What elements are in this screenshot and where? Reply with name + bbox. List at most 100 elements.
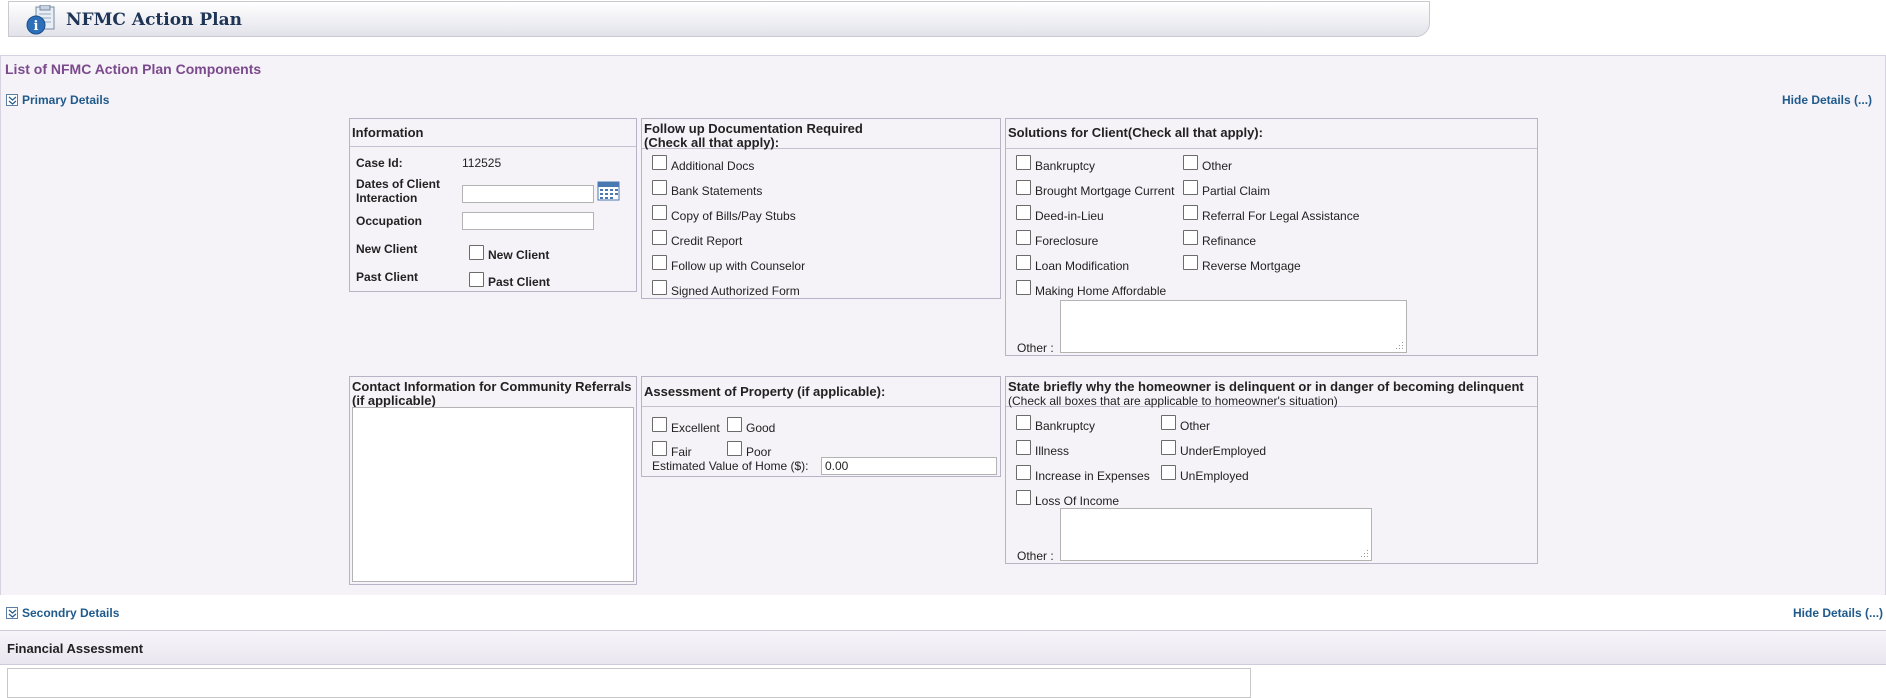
contact-heading-line1: Contact Information for Community Referr… bbox=[352, 379, 632, 394]
followup-item-label: Additional Docs bbox=[671, 159, 755, 173]
solution-item-checkbox[interactable] bbox=[1183, 205, 1198, 220]
solution-item-option[interactable]: Referral For Legal Assistance bbox=[1183, 202, 1359, 223]
delinquent-item-checkbox[interactable] bbox=[1161, 415, 1176, 430]
delinquent-item-option[interactable]: Increase in Expenses bbox=[1016, 462, 1150, 483]
solution-item-label: Deed-in-Lieu bbox=[1035, 209, 1104, 223]
followup-item-checkbox[interactable] bbox=[652, 205, 667, 220]
delinquent-item-checkbox[interactable] bbox=[1016, 440, 1031, 455]
solution-item-label: Bankruptcy bbox=[1035, 159, 1096, 173]
occupation-input[interactable] bbox=[462, 212, 594, 230]
solution-item-option[interactable]: Deed-in-Lieu bbox=[1016, 202, 1104, 223]
followup-item-label: Credit Report bbox=[671, 234, 743, 248]
contact-textarea[interactable] bbox=[352, 407, 634, 582]
solution-item-checkbox[interactable] bbox=[1016, 255, 1031, 270]
delinquent-item-option[interactable]: UnEmployed bbox=[1161, 462, 1249, 483]
dates-input[interactable] bbox=[462, 185, 594, 203]
new-client-checkbox-label: New Client bbox=[488, 248, 550, 262]
delinquent-other-textarea[interactable] bbox=[1060, 508, 1372, 561]
delinquent-item-checkbox[interactable] bbox=[1016, 465, 1031, 480]
secondary-hide-details-link[interactable]: Hide Details (...) bbox=[1793, 606, 1883, 620]
information-box: Information bbox=[349, 118, 637, 292]
followup-heading-line1: Follow up Documentation Required bbox=[644, 121, 863, 136]
delinquent-item-option[interactable]: Illness bbox=[1016, 437, 1069, 458]
followup-item-checkbox[interactable] bbox=[652, 255, 667, 270]
delinquent-item-option[interactable]: Loss Of Income bbox=[1016, 487, 1119, 508]
poor-label: Poor bbox=[746, 445, 772, 459]
assessment-option-poor[interactable]: Poor bbox=[727, 437, 771, 459]
followup-item-option[interactable]: Follow up with Counselor bbox=[652, 252, 805, 273]
estimated-value-input[interactable]: 0.00 bbox=[821, 457, 997, 475]
solution-item-option[interactable]: Bankruptcy bbox=[1016, 152, 1095, 173]
contact-heading-line2: (if applicable) bbox=[352, 393, 436, 408]
solution-item-label: Referral For Legal Assistance bbox=[1202, 209, 1360, 223]
solution-item-checkbox[interactable] bbox=[1016, 280, 1031, 295]
followup-item-label: Signed Authorized Form bbox=[671, 284, 800, 298]
info-document-icon: i bbox=[21, 4, 59, 35]
resize-grip-icon[interactable] bbox=[1395, 341, 1404, 350]
solution-item-option[interactable]: Brought Mortgage Current bbox=[1016, 177, 1174, 198]
delinquent-item-option[interactable]: Bankruptcy bbox=[1016, 412, 1095, 433]
solution-item-checkbox[interactable] bbox=[1016, 155, 1031, 170]
solution-item-option[interactable]: Refinance bbox=[1183, 227, 1256, 248]
solution-item-option[interactable]: Partial Claim bbox=[1183, 177, 1270, 198]
information-heading: Information bbox=[350, 119, 636, 147]
delinquent-item-option[interactable]: Other bbox=[1161, 412, 1210, 433]
solution-item-option[interactable]: Reverse Mortgage bbox=[1183, 252, 1301, 273]
svg-text:i: i bbox=[34, 19, 39, 34]
calendar-icon[interactable] bbox=[597, 181, 620, 201]
solution-item-checkbox[interactable] bbox=[1183, 180, 1198, 195]
solution-item-option[interactable]: Loan Modification bbox=[1016, 252, 1129, 273]
solution-item-label: Foreclosure bbox=[1035, 234, 1099, 248]
followup-item-option[interactable]: Additional Docs bbox=[652, 152, 754, 173]
delinquent-item-checkbox[interactable] bbox=[1016, 490, 1031, 505]
followup-item-checkbox[interactable] bbox=[652, 155, 667, 170]
primary-details-toggle[interactable]: Primary Details bbox=[6, 93, 109, 107]
solution-item-option[interactable]: Other bbox=[1183, 152, 1232, 173]
dates-label: Dates of Client Interaction bbox=[356, 177, 440, 205]
fair-checkbox[interactable] bbox=[652, 440, 667, 456]
solution-item-checkbox[interactable] bbox=[1016, 180, 1031, 195]
delinquent-item-option[interactable]: UnderEmployed bbox=[1161, 437, 1266, 458]
delinquent-item-label: Other bbox=[1180, 419, 1211, 433]
resize-grip-icon[interactable] bbox=[1360, 549, 1369, 558]
solution-item-option[interactable]: Making Home Affordable bbox=[1016, 277, 1166, 298]
solution-item-label: Reverse Mortgage bbox=[1202, 259, 1301, 273]
solution-item-checkbox[interactable] bbox=[1016, 205, 1031, 220]
followup-item-option[interactable]: Credit Report bbox=[652, 227, 742, 248]
past-client-checkbox[interactable] bbox=[469, 271, 484, 287]
past-client-option[interactable]: Past Client bbox=[469, 269, 550, 289]
delinquent-item-label: UnEmployed bbox=[1180, 469, 1249, 483]
solution-item-option[interactable]: Foreclosure bbox=[1016, 227, 1098, 248]
followup-item-checkbox[interactable] bbox=[652, 280, 667, 295]
excellent-label: Excellent bbox=[671, 421, 720, 435]
solution-item-checkbox[interactable] bbox=[1183, 155, 1198, 170]
assessment-option-good[interactable]: Good bbox=[727, 413, 775, 435]
followup-item-option[interactable]: Signed Authorized Form bbox=[652, 277, 800, 298]
solution-item-label: Brought Mortgage Current bbox=[1035, 184, 1175, 198]
followup-item-checkbox[interactable] bbox=[652, 180, 667, 195]
assessment-option-excellent[interactable]: Excellent bbox=[652, 413, 720, 435]
delinquent-item-checkbox[interactable] bbox=[1161, 440, 1176, 455]
followup-item-option[interactable]: Copy of Bills/Pay Stubs bbox=[652, 202, 796, 223]
good-checkbox[interactable] bbox=[727, 416, 742, 432]
secondary-details-toggle[interactable]: Secondry Details bbox=[6, 606, 119, 620]
followup-item-option[interactable]: Bank Statements bbox=[652, 177, 762, 198]
delinquent-subheading: (Check all boxes that are applicable to … bbox=[1008, 394, 1338, 408]
double-chevron-down-icon bbox=[6, 607, 18, 619]
delinquent-item-label: Increase in Expenses bbox=[1035, 469, 1150, 483]
solutions-other-textarea[interactable] bbox=[1060, 300, 1407, 353]
followup-item-label: Follow up with Counselor bbox=[671, 259, 806, 273]
poor-checkbox[interactable] bbox=[727, 440, 742, 456]
assessment-option-fair[interactable]: Fair bbox=[652, 437, 692, 459]
followup-item-checkbox[interactable] bbox=[652, 230, 667, 245]
solution-item-checkbox[interactable] bbox=[1183, 230, 1198, 245]
excellent-checkbox[interactable] bbox=[652, 416, 667, 432]
primary-hide-details-link[interactable]: Hide Details (...) bbox=[1782, 93, 1872, 107]
new-client-option[interactable]: New Client bbox=[469, 242, 549, 262]
delinquent-item-checkbox[interactable] bbox=[1161, 465, 1176, 480]
solution-item-checkbox[interactable] bbox=[1016, 230, 1031, 245]
solution-item-checkbox[interactable] bbox=[1183, 255, 1198, 270]
new-client-checkbox[interactable] bbox=[469, 244, 484, 260]
delinquent-item-checkbox[interactable] bbox=[1016, 415, 1031, 430]
double-chevron-down-icon bbox=[6, 94, 18, 106]
